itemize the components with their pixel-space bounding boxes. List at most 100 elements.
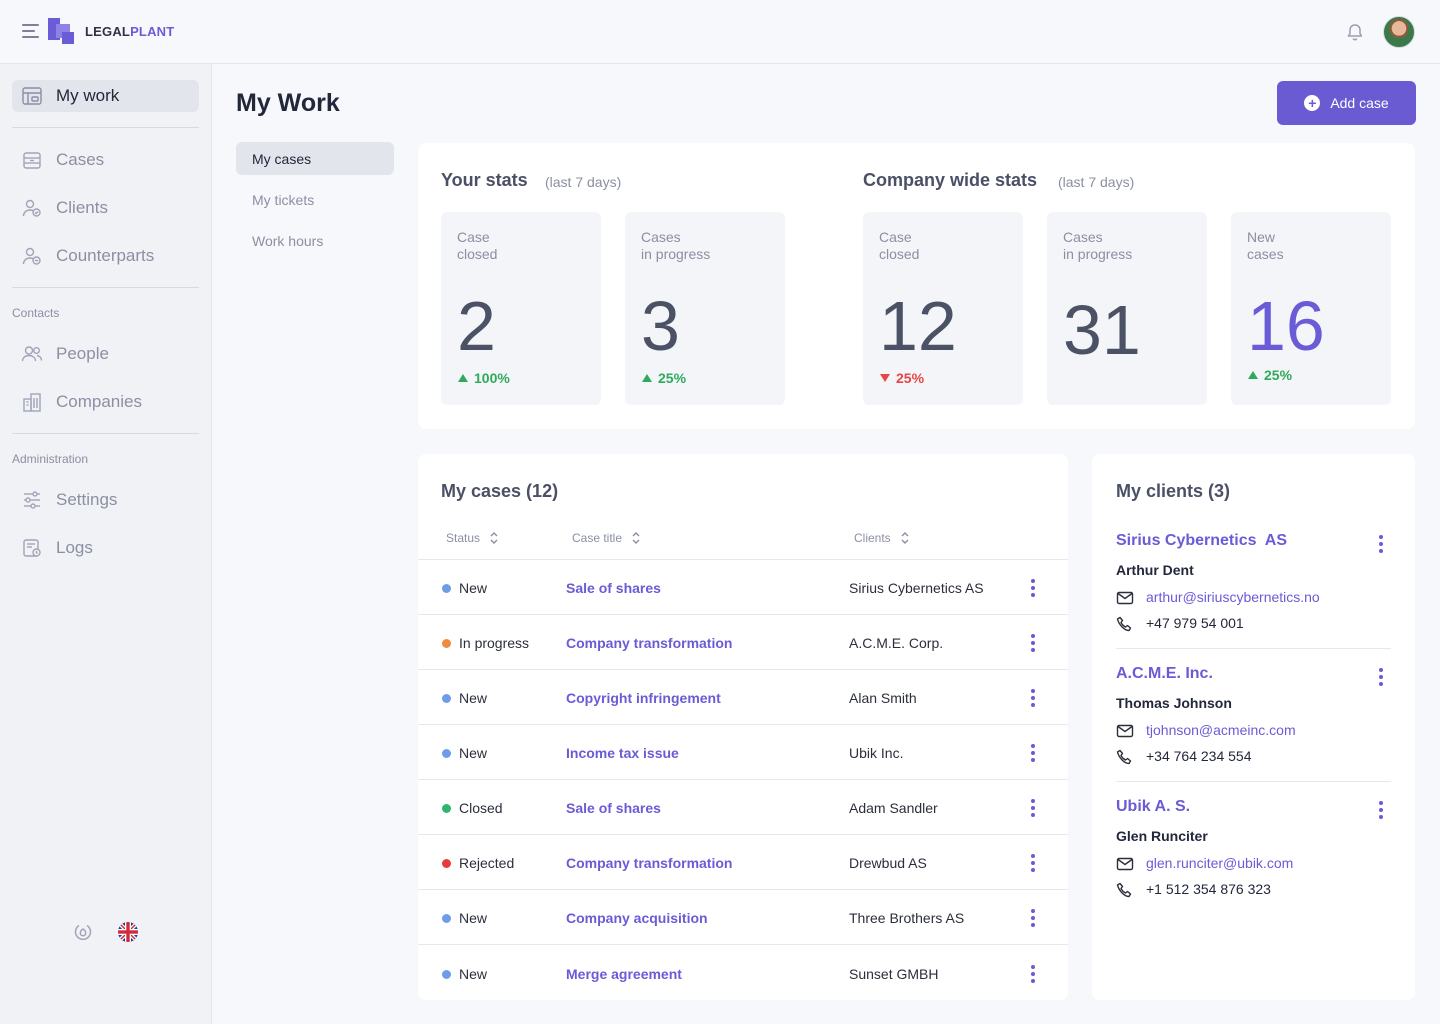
- case-title-link[interactable]: Merge agreement: [566, 966, 682, 982]
- client-name-link[interactable]: Sirius Cybernetics AS: [1116, 532, 1287, 550]
- legalplant-logo: [48, 18, 74, 44]
- table-row[interactable]: New Sale of shares Sirius Cybernetics AS: [418, 560, 1068, 615]
- plus-icon: +: [1304, 95, 1321, 111]
- client-actions-icon[interactable]: [1377, 801, 1385, 819]
- row-actions-icon[interactable]: [1029, 799, 1037, 817]
- client-email-link[interactable]: arthur@siriuscybernetics.no: [1146, 589, 1320, 605]
- company-stats-period: (last 7 days): [1058, 174, 1135, 190]
- client-actions-icon[interactable]: [1377, 535, 1385, 553]
- case-client: Drewbud AS: [849, 855, 927, 871]
- phone-icon: [1116, 616, 1132, 632]
- stat-value: 16: [1247, 287, 1325, 365]
- user-avatar[interactable]: [1383, 16, 1415, 48]
- row-actions-icon[interactable]: [1029, 579, 1037, 597]
- column-header-label: Case title: [572, 531, 623, 545]
- sidebar-item-label: Companies: [56, 392, 142, 411]
- stat-label: New cases: [1247, 229, 1377, 263]
- stat-label-line1: Case: [457, 229, 490, 245]
- case-title-link[interactable]: Sale of shares: [566, 800, 661, 816]
- sidebar-item-label: People: [56, 344, 109, 363]
- sidebar-divider: [12, 433, 199, 434]
- theme-toggle-icon[interactable]: [72, 921, 94, 943]
- column-header-clients[interactable]: Clients: [854, 531, 910, 545]
- client-divider: [1116, 648, 1391, 649]
- client-phone: +47 979 54 001: [1146, 615, 1244, 631]
- client-card: Ubik A. S. Glen Runciter glen.runciter@ubi…: [1116, 798, 1391, 898]
- your-stats-title: Your stats: [441, 170, 528, 190]
- client-phone: +1 512 354 876 323: [1146, 881, 1271, 897]
- table-row[interactable]: New Company acquisition Three Brothers AS: [418, 890, 1068, 945]
- row-actions-icon[interactable]: [1029, 689, 1037, 707]
- hamburger-menu-icon[interactable]: [22, 24, 39, 39]
- sidebar-divider: [12, 127, 199, 128]
- case-client: Sirius Cybernetics AS: [849, 580, 984, 596]
- stat-label-line2: closed: [879, 246, 920, 262]
- email-icon: [1116, 724, 1134, 738]
- row-actions-icon[interactable]: [1029, 909, 1037, 927]
- case-title-link[interactable]: Sale of shares: [566, 580, 661, 596]
- sidebar-divider: [12, 287, 199, 288]
- case-client: Alan Smith: [849, 690, 917, 706]
- my-clients-title: My clients (3): [1116, 481, 1231, 501]
- stat-label-line2: in progress: [641, 246, 711, 262]
- sidebar-item-my-work[interactable]: My work: [12, 80, 199, 112]
- stat-delta: 25%: [1247, 367, 1292, 383]
- table-row[interactable]: New Copyright infringement Alan Smith: [418, 670, 1068, 725]
- status-dot: [442, 584, 451, 593]
- case-status: New: [459, 580, 488, 596]
- phone-icon: [1116, 749, 1132, 765]
- client-name-link[interactable]: Ubik A. S.: [1116, 798, 1190, 816]
- stat-label-line2: in progress: [1063, 246, 1133, 262]
- status-dot: [442, 859, 451, 868]
- sidebar-item-companies[interactable]: Companies: [12, 386, 199, 418]
- client-actions-icon[interactable]: [1377, 668, 1385, 686]
- subnav-my-cases[interactable]: My cases: [236, 142, 394, 175]
- case-title-link[interactable]: Company transformation: [566, 635, 732, 651]
- client-name-link[interactable]: A.C.M.E. Inc.: [1116, 665, 1213, 683]
- row-actions-icon[interactable]: [1029, 965, 1037, 983]
- add-case-button[interactable]: + Add case: [1277, 81, 1416, 125]
- table-row[interactable]: New Income tax issue Ubik Inc.: [418, 725, 1068, 780]
- stat-label: Case closed: [457, 229, 587, 263]
- client-phone: +34 764 234 554: [1146, 748, 1252, 764]
- case-title-link[interactable]: Company acquisition: [566, 910, 708, 926]
- sidebar-item-clients[interactable]: Clients: [12, 192, 199, 224]
- case-title-link[interactable]: Income tax issue: [566, 745, 679, 761]
- page-title: My Work: [236, 89, 340, 117]
- notification-bell-icon[interactable]: [1345, 22, 1365, 42]
- my-cases-title: My cases (12): [441, 481, 559, 501]
- sidebar-item-settings[interactable]: Settings: [12, 484, 199, 516]
- case-status: New: [459, 966, 488, 982]
- case-title-link[interactable]: Company transformation: [566, 855, 732, 871]
- table-row[interactable]: Closed Sale of shares Adam Sandler: [418, 780, 1068, 835]
- column-header-status[interactable]: Status: [446, 531, 499, 545]
- sidebar-item-people[interactable]: People: [12, 338, 199, 370]
- table-row[interactable]: Rejected Company transformation Drewbud AS: [418, 835, 1068, 890]
- sidebar-item-counterparts[interactable]: Counterparts: [12, 240, 199, 272]
- column-header-case-title[interactable]: Case title: [572, 531, 641, 545]
- trend-down-icon: [880, 374, 890, 382]
- subnav-work-hours[interactable]: Work hours: [236, 224, 394, 257]
- client-contact-person: Glen Runciter: [1116, 828, 1208, 844]
- brand-part1: LEGAL: [85, 24, 131, 39]
- client-email-link[interactable]: glen.runciter@ubik.com: [1146, 855, 1293, 871]
- row-actions-icon[interactable]: [1029, 744, 1037, 762]
- stat-delta-value: 25%: [658, 370, 687, 386]
- sidebar-item-logs[interactable]: Logs: [12, 532, 199, 564]
- stat-delta: 25%: [879, 370, 924, 386]
- table-row[interactable]: In progress Company transformation A.C.M.E…: [418, 615, 1068, 670]
- client-contact-person: Arthur Dent: [1116, 562, 1194, 578]
- table-row[interactable]: New Merge agreement Sunset GMBH: [418, 945, 1068, 1000]
- my-work-icon: [21, 85, 43, 107]
- subnav-my-tickets[interactable]: My tickets: [236, 183, 394, 216]
- stat-value: 2: [457, 287, 496, 365]
- case-status: In progress: [459, 635, 530, 651]
- case-title-link[interactable]: Copyright infringement: [566, 690, 721, 706]
- status-dot: [442, 694, 451, 703]
- uk-flag-icon[interactable]: [117, 921, 139, 943]
- row-actions-icon[interactable]: [1029, 634, 1037, 652]
- status-dot: [442, 749, 451, 758]
- row-actions-icon[interactable]: [1029, 854, 1037, 872]
- sidebar-item-cases[interactable]: Cases: [12, 144, 199, 176]
- client-email-link[interactable]: tjohnson@acmeinc.com: [1146, 722, 1296, 738]
